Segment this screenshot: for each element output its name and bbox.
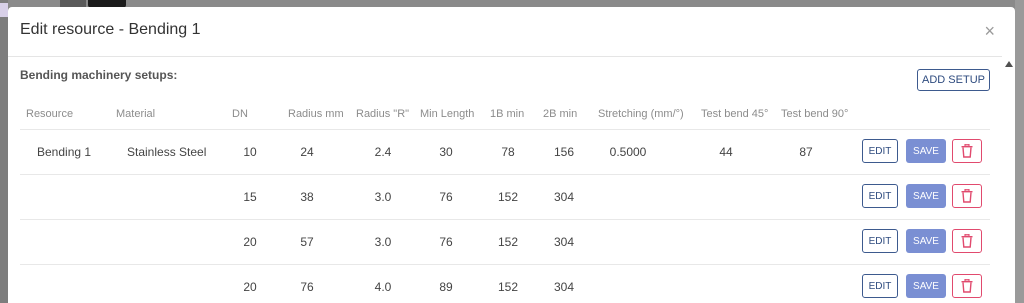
col-test-bend-45: Test bend 45° bbox=[701, 108, 769, 120]
cell-2b-min: 304 bbox=[553, 190, 575, 204]
cell-radius-r: 3.0 bbox=[374, 235, 392, 249]
trash-icon bbox=[961, 279, 973, 293]
trash-icon bbox=[961, 234, 973, 248]
cell-1b-min: 152 bbox=[497, 235, 519, 249]
scroll-up-icon[interactable] bbox=[1005, 61, 1013, 67]
edit-button[interactable]: EDIT bbox=[862, 229, 898, 253]
cell-radius-mm: 38 bbox=[300, 190, 314, 204]
delete-button[interactable] bbox=[952, 184, 982, 208]
close-icon[interactable]: × bbox=[984, 21, 995, 41]
col-radius-mm: Radius mm bbox=[288, 108, 344, 120]
cell-radius-mm: 76 bbox=[300, 280, 314, 294]
cell-test-bend-45: 44 bbox=[719, 145, 733, 159]
cell-min-length: 76 bbox=[439, 235, 453, 249]
cell-1b-min: 152 bbox=[497, 190, 519, 204]
col-stretching: Stretching (mm/°) bbox=[598, 108, 684, 120]
cell-dn: 20 bbox=[243, 235, 257, 249]
edit-button[interactable]: EDIT bbox=[862, 184, 898, 208]
edit-button[interactable]: EDIT bbox=[862, 139, 898, 163]
col-resource: Resource bbox=[26, 108, 74, 120]
backdrop bbox=[0, 0, 8, 303]
col-radius-r: Radius "R" bbox=[356, 108, 410, 120]
cell-1b-min: 152 bbox=[497, 280, 519, 294]
cell-min-length: 30 bbox=[439, 145, 453, 159]
cell-2b-min: 304 bbox=[553, 280, 575, 294]
modal-header: Edit resource - Bending 1 × bbox=[8, 7, 1015, 57]
cell-resource: Bending 1 bbox=[37, 145, 92, 159]
table-row: 20 76 4.0 89 152 304 EDIT SAVE bbox=[20, 265, 990, 303]
delete-button[interactable] bbox=[952, 139, 982, 163]
cell-stretching: 0.5000 bbox=[609, 145, 647, 159]
cell-dn: 10 bbox=[243, 145, 257, 159]
cell-radius-r: 4.0 bbox=[374, 280, 392, 294]
table-header: Resource Material DN Radius mm Radius "R… bbox=[20, 101, 990, 130]
save-button[interactable]: SAVE bbox=[906, 184, 946, 208]
cell-material: Stainless Steel bbox=[127, 145, 207, 159]
delete-button[interactable] bbox=[952, 274, 982, 298]
modal-title: Edit resource - Bending 1 bbox=[20, 21, 201, 38]
cell-test-bend-90: 87 bbox=[799, 145, 813, 159]
trash-icon bbox=[961, 189, 973, 203]
cell-1b-min: 78 bbox=[501, 145, 515, 159]
col-min-length: Min Length bbox=[420, 108, 475, 120]
background-tab bbox=[60, 0, 86, 7]
cell-radius-mm: 57 bbox=[300, 235, 314, 249]
edit-button[interactable]: EDIT bbox=[862, 274, 898, 298]
setups-table: Resource Material DN Radius mm Radius "R… bbox=[20, 101, 990, 303]
col-1b-min: 1B min bbox=[490, 108, 525, 120]
cell-radius-mm: 24 bbox=[300, 145, 314, 159]
cell-dn: 20 bbox=[243, 280, 257, 294]
backdrop bbox=[1015, 0, 1024, 303]
cell-2b-min: 156 bbox=[553, 145, 575, 159]
cell-radius-r: 3.0 bbox=[374, 190, 392, 204]
trash-icon bbox=[961, 144, 973, 158]
save-button[interactable]: SAVE bbox=[906, 139, 946, 163]
cell-min-length: 89 bbox=[439, 280, 453, 294]
col-dn: DN bbox=[232, 108, 248, 120]
col-material: Material bbox=[116, 108, 156, 120]
cell-min-length: 76 bbox=[439, 190, 453, 204]
save-button[interactable]: SAVE bbox=[906, 274, 946, 298]
table-body: Bending 1 Stainless Steel 10 24 2.4 30 7… bbox=[20, 130, 990, 303]
col-test-bend-90: Test bend 90° bbox=[781, 108, 849, 120]
edit-resource-modal: Edit resource - Bending 1 × Bending mach… bbox=[8, 7, 1015, 303]
cell-dn: 15 bbox=[243, 190, 257, 204]
scrollbar[interactable] bbox=[1002, 56, 1015, 303]
cell-radius-r: 2.4 bbox=[374, 145, 392, 159]
add-setup-button[interactable]: ADD SETUP bbox=[917, 69, 990, 91]
save-button[interactable]: SAVE bbox=[906, 229, 946, 253]
section-label: Bending machinery setups: bbox=[20, 68, 178, 82]
delete-button[interactable] bbox=[952, 229, 982, 253]
col-2b-min: 2B min bbox=[543, 108, 578, 120]
table-row: 15 38 3.0 76 152 304 EDIT SAVE bbox=[20, 175, 990, 220]
cell-2b-min: 304 bbox=[553, 235, 575, 249]
table-row: Bending 1 Stainless Steel 10 24 2.4 30 7… bbox=[20, 130, 990, 175]
table-row: 20 57 3.0 76 152 304 EDIT SAVE bbox=[20, 220, 990, 265]
background-tab bbox=[0, 3, 8, 17]
